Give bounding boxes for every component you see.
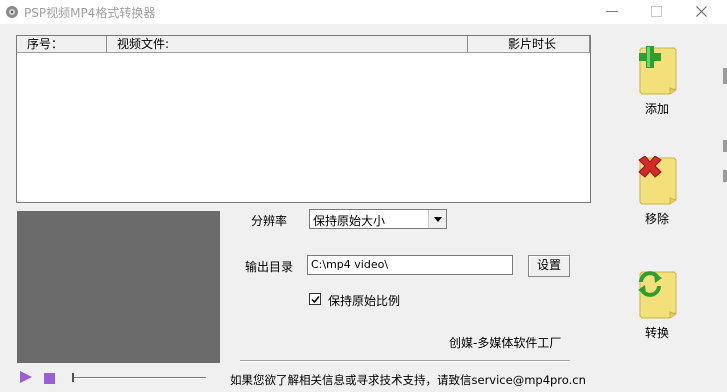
video-preview	[17, 211, 220, 363]
remove-file-icon	[636, 155, 678, 206]
app-icon	[5, 5, 19, 19]
output-dir-label: 输出目录	[245, 260, 294, 274]
chevron-down-icon[interactable]	[428, 210, 446, 228]
window-title: PSP视频MP4格式转换器	[24, 6, 156, 20]
video-file-list[interactable]: 序号： 视频文件: 影片时长	[16, 35, 591, 203]
close-button[interactable]	[678, 0, 724, 24]
convert-button[interactable]: 转换	[627, 270, 687, 341]
seek-slider[interactable]	[74, 377, 206, 379]
add-label: 添加	[644, 102, 669, 116]
column-header-video-file[interactable]: 视频文件:	[107, 36, 468, 52]
convert-label: 转换	[644, 326, 669, 340]
credit-text: 创媒-多媒体软件工厂	[449, 336, 562, 350]
resolution-select-value: 保持原始大小	[313, 214, 386, 228]
contact-text: 如果您欲了解相关信息或寻求技术支持，请致信service@mp4pro.cn	[230, 373, 586, 387]
play-icon[interactable]	[20, 371, 32, 383]
remove-button[interactable]: 移除	[627, 155, 687, 227]
list-header: 序号： 视频文件: 影片时长	[17, 36, 590, 53]
title-bar: PSP视频MP4格式转换器 —	[0, 0, 727, 24]
keep-ratio-checkbox[interactable]	[309, 293, 321, 305]
resolution-select[interactable]: 保持原始大小	[309, 209, 447, 229]
background-window-edge	[722, 0, 727, 392]
output-dir-settings-button[interactable]: 设置	[528, 255, 570, 277]
remove-label: 移除	[644, 212, 669, 226]
column-header-duration[interactable]: 影片时长	[468, 36, 590, 52]
convert-file-icon	[636, 270, 678, 320]
minimize-icon: —	[605, 4, 619, 19]
resolution-label: 分辨率	[251, 214, 288, 228]
output-dir-input[interactable]: C:\mp4 video\	[307, 255, 513, 275]
maximize-button[interactable]	[633, 0, 679, 24]
close-icon	[678, 6, 724, 17]
add-button[interactable]: 添加	[627, 46, 687, 117]
app-window: PSP视频MP4格式转换器 — 序号： 视频文件: 影片时长 分辨率 保持原始大…	[0, 0, 727, 392]
minimize-button[interactable]: —	[589, 0, 635, 24]
add-file-icon	[636, 46, 678, 96]
keep-ratio-label: 保持原始比例	[328, 294, 401, 308]
stop-icon[interactable]	[44, 373, 55, 384]
column-header-index[interactable]: 序号：	[17, 36, 107, 52]
maximize-icon	[633, 6, 679, 17]
checkmark-icon	[311, 296, 320, 304]
footer-divider	[240, 360, 570, 362]
